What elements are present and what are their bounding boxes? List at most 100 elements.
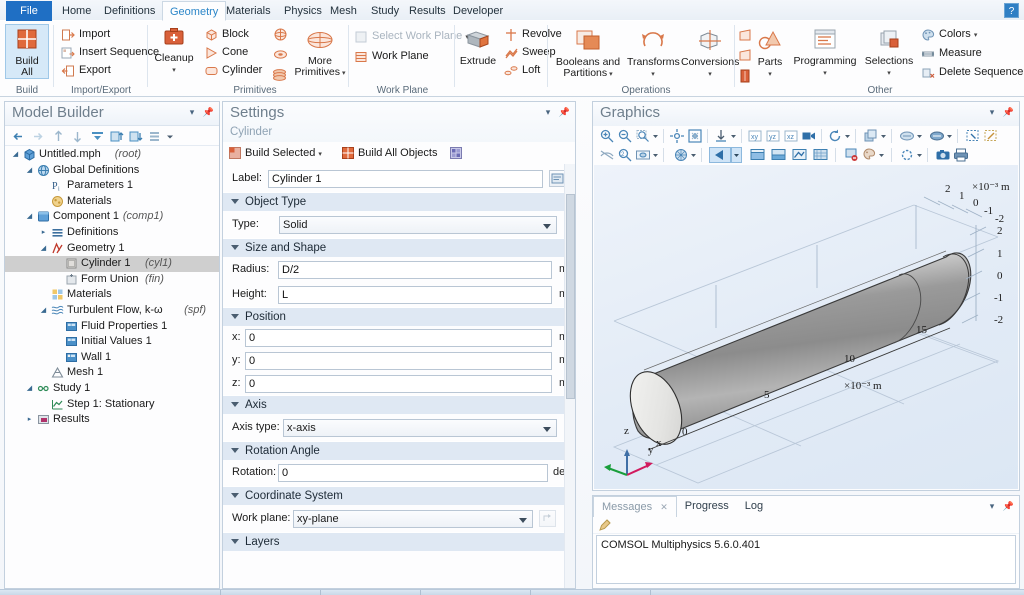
forward-arrow-icon[interactable] (30, 129, 45, 144)
sphere-icon[interactable] (273, 27, 288, 45)
block-button[interactable]: Block (203, 26, 249, 43)
chevron-down-icon[interactable] (945, 128, 954, 144)
build-all-button[interactable]: Build All (5, 24, 49, 79)
label-input[interactable]: Cylinder 1 (268, 170, 543, 188)
collapse-node-icon[interactable] (128, 129, 143, 144)
select-box-icon[interactable] (965, 128, 981, 144)
back-arrow-icon[interactable] (11, 129, 26, 144)
zoom-to-selection-icon[interactable] (687, 128, 703, 144)
pin-icon[interactable]: 📌 (1003, 107, 1014, 117)
settings-scrollbar[interactable] (564, 164, 575, 588)
parts-button[interactable]: Parts ▾ (750, 26, 790, 80)
transparency-icon[interactable] (899, 128, 915, 144)
tree-node-initial-values-1[interactable]: Initial Values 1 (5, 334, 219, 350)
tree-node-results[interactable]: ▸ Results (5, 412, 219, 428)
pin-icon[interactable]: 📌 (559, 107, 570, 117)
zoom-box-icon[interactable] (635, 128, 651, 144)
expand-node-icon[interactable] (109, 129, 124, 144)
twisty-expanded-icon[interactable]: ◢ (11, 147, 20, 163)
tree-node-global-definitions[interactable]: ◢ Global Definitions (5, 163, 219, 179)
delete-sequence-button[interactable]: Delete Sequence (920, 64, 1023, 81)
chevron-down-icon[interactable]: ▾ (172, 67, 176, 74)
section-header-object-type[interactable]: Object Type (223, 192, 575, 211)
chevron-down-icon[interactable] (164, 129, 179, 144)
tree-node-materials[interactable]: Materials (5, 194, 219, 210)
conversions-button[interactable]: Conversions ▾ (681, 26, 739, 80)
chevron-down-icon[interactable] (843, 128, 852, 144)
tree-node-materials[interactable]: Materials (5, 287, 219, 303)
select-points-icon[interactable] (812, 147, 831, 163)
tree-node-definitions[interactable]: ▸ Definitions (5, 225, 219, 241)
clear-selection-icon[interactable] (983, 128, 999, 144)
chevron-down-icon[interactable]: ▾ (887, 70, 891, 77)
tree-node-step-1-stationary[interactable]: Step 1: Stationary (5, 397, 219, 413)
print-icon[interactable] (953, 147, 969, 163)
select-boundaries-icon[interactable] (770, 147, 789, 163)
tab-definitions[interactable]: Definitions (97, 1, 162, 21)
select-arrow-icon[interactable] (709, 147, 731, 163)
zoom-selection-icon[interactable]: 2 (617, 147, 633, 163)
rotate-icon[interactable] (827, 128, 843, 144)
chevron-down-icon[interactable] (879, 128, 888, 144)
tab-mesh[interactable]: Mesh (323, 1, 364, 21)
twisty-expanded-icon[interactable]: ◢ (39, 303, 48, 319)
twisty-expanded-icon[interactable]: ◢ (25, 381, 34, 397)
plot-button[interactable] (448, 144, 466, 162)
cleanup-button[interactable]: Cleanup ▾ (151, 24, 197, 76)
tab-study[interactable]: Study (364, 1, 406, 21)
section-header-axis[interactable]: Axis (223, 395, 575, 414)
work-plane-button[interactable]: Work Plane (353, 48, 429, 65)
color-legend-icon[interactable] (861, 147, 877, 163)
measure-button[interactable]: Measure (920, 45, 982, 62)
delete-selection-icon[interactable] (843, 147, 859, 163)
axis-type-select[interactable]: x-axis (283, 419, 557, 437)
wireframe-icon[interactable] (929, 128, 945, 144)
twisty-expanded-icon[interactable]: ◢ (25, 163, 34, 179)
tab-log[interactable]: Log (737, 496, 771, 517)
view-xz-icon[interactable]: xz (783, 128, 799, 144)
tab-materials[interactable]: Materials (219, 1, 278, 21)
work-plane-goto-button[interactable] (539, 510, 556, 527)
settings-scrollbar-thumb[interactable] (566, 194, 575, 399)
tree-node-untitled-mph[interactable]: ◢ Untitled.mph (root) (5, 147, 219, 163)
chevron-down-icon[interactable]: ▾ (990, 501, 995, 511)
programming-button[interactable]: Programming ▾ (792, 26, 858, 79)
clear-messages-icon[interactable] (598, 518, 612, 535)
helix-icon[interactable] (271, 67, 288, 85)
select-edges-icon[interactable] (791, 147, 810, 163)
chevron-down-icon[interactable] (729, 128, 738, 144)
tree-node-mesh-1[interactable]: Mesh 1 (5, 365, 219, 381)
tree-node-fluid-properties-1[interactable]: Fluid Properties 1 (5, 319, 219, 335)
pin-icon[interactable]: 📌 (1003, 501, 1014, 511)
section-header-coordinate-system[interactable]: Coordinate System (223, 486, 575, 505)
select-work-plane-button[interactable]: Select Work Plane ▾ (353, 28, 469, 45)
zoom-in-icon[interactable] (599, 128, 615, 144)
select-domains-icon[interactable] (749, 147, 768, 163)
view-hidden-icon[interactable] (635, 147, 651, 163)
chevron-down-icon[interactable] (915, 128, 924, 144)
reset-view-icon[interactable] (899, 147, 915, 163)
tab-developer[interactable]: Developer (446, 1, 510, 21)
tree-node-turbulent-flow-k[interactable]: ◢ Turbulent Flow, k-ω (spf) (5, 303, 219, 319)
move-down-icon[interactable] (70, 129, 85, 144)
chevron-down-icon[interactable] (651, 147, 660, 163)
view-xy-icon[interactable]: xy (747, 128, 763, 144)
more-primitives-button[interactable]: More Primitives ▾ (293, 27, 347, 79)
zoom-extents-icon[interactable] (669, 128, 685, 144)
import-button[interactable]: Import (60, 26, 110, 43)
tree-node-study-1[interactable]: ◢ Study 1 (5, 381, 219, 397)
chevron-down-icon[interactable] (915, 147, 924, 163)
booleans-and-partitions-button[interactable]: Booleans and Partitions ▾ (551, 26, 625, 80)
tree-node-wall-1[interactable]: Wall 1 (5, 350, 219, 366)
build-all-objects-button[interactable]: Build All Objects (340, 144, 441, 162)
colors-button[interactable]: Colors ▾ (920, 26, 977, 43)
close-icon[interactable]: ✕ (660, 502, 668, 512)
view-yz-icon[interactable]: yz (765, 128, 781, 144)
chevron-down-icon[interactable]: ▾ (708, 71, 712, 78)
tab-geometry[interactable]: Geometry (162, 1, 227, 21)
torus-icon[interactable] (273, 47, 288, 65)
chevron-down-icon[interactable]: ▾ (607, 71, 613, 78)
move-up-icon[interactable] (51, 129, 66, 144)
selections-button[interactable]: Selections ▾ (860, 26, 918, 79)
camera-view-icon[interactable] (801, 128, 817, 144)
